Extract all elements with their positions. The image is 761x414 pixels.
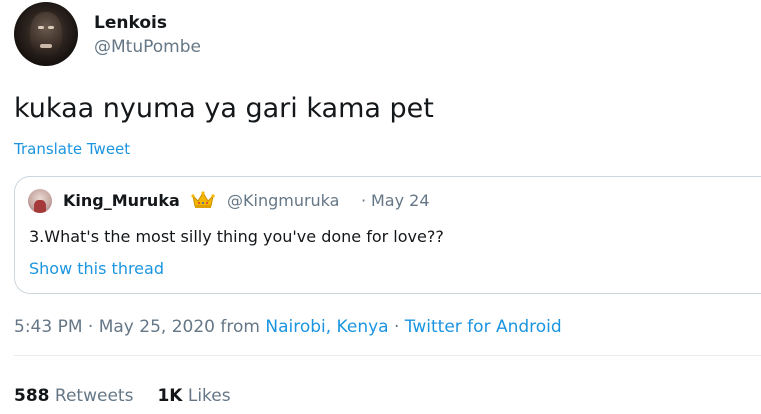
location-link[interactable]: Nairobi, Kenya <box>265 317 388 337</box>
quoted-author-handle[interactable]: @Kingmuruka <box>227 191 339 210</box>
quoted-author-avatar[interactable] <box>28 189 52 213</box>
tweet-metadata: 5:43 PM · May 25, 2020 from Nairobi, Ken… <box>14 317 562 337</box>
author-display-name[interactable]: Lenkois <box>94 13 167 33</box>
translate-tweet-link[interactable]: Translate Tweet <box>14 140 130 158</box>
avatar-face <box>30 12 62 56</box>
quoted-separator: · <box>361 191 367 210</box>
tweet-date[interactable]: May 25, 2020 <box>99 317 215 337</box>
tweet-text: kukaa nyuma ya gari kama pet <box>14 93 434 124</box>
avatar-body <box>34 200 46 213</box>
source-link[interactable]: Twitter for Android <box>405 317 562 337</box>
tweet-stats: 588 Retweets 1K Likes <box>14 386 231 406</box>
author-handle[interactable]: @MtuPombe <box>94 37 201 57</box>
quoted-date[interactable]: May 24 <box>371 191 430 210</box>
divider <box>14 355 761 356</box>
crown-emoji-icon <box>191 191 215 208</box>
likes-stat[interactable]: 1K Likes <box>157 386 230 406</box>
author-avatar[interactable] <box>14 2 78 66</box>
likes-label: Likes <box>187 386 231 406</box>
tweet-time[interactable]: 5:43 PM <box>14 317 83 337</box>
likes-count: 1K <box>157 386 183 406</box>
retweets-count: 588 <box>14 386 50 406</box>
meta-separator: · <box>388 317 405 337</box>
retweets-stat[interactable]: 588 Retweets <box>14 386 133 406</box>
quoted-tweet-card[interactable]: King_Muruka @Kingmuruka · May 24 3.What'… <box>14 176 761 294</box>
meta-separator: · <box>82 317 99 337</box>
retweets-label: Retweets <box>54 386 134 406</box>
quoted-author-display-name[interactable]: King_Muruka <box>63 191 180 210</box>
avatar-eye-left <box>38 26 44 29</box>
avatar-mouth <box>40 44 52 48</box>
show-thread-link[interactable]: Show this thread <box>29 259 164 278</box>
from-label: from <box>214 317 266 337</box>
avatar-eye-right <box>48 26 54 29</box>
quoted-tweet-text: 3.What's the most silly thing you've don… <box>29 227 444 246</box>
